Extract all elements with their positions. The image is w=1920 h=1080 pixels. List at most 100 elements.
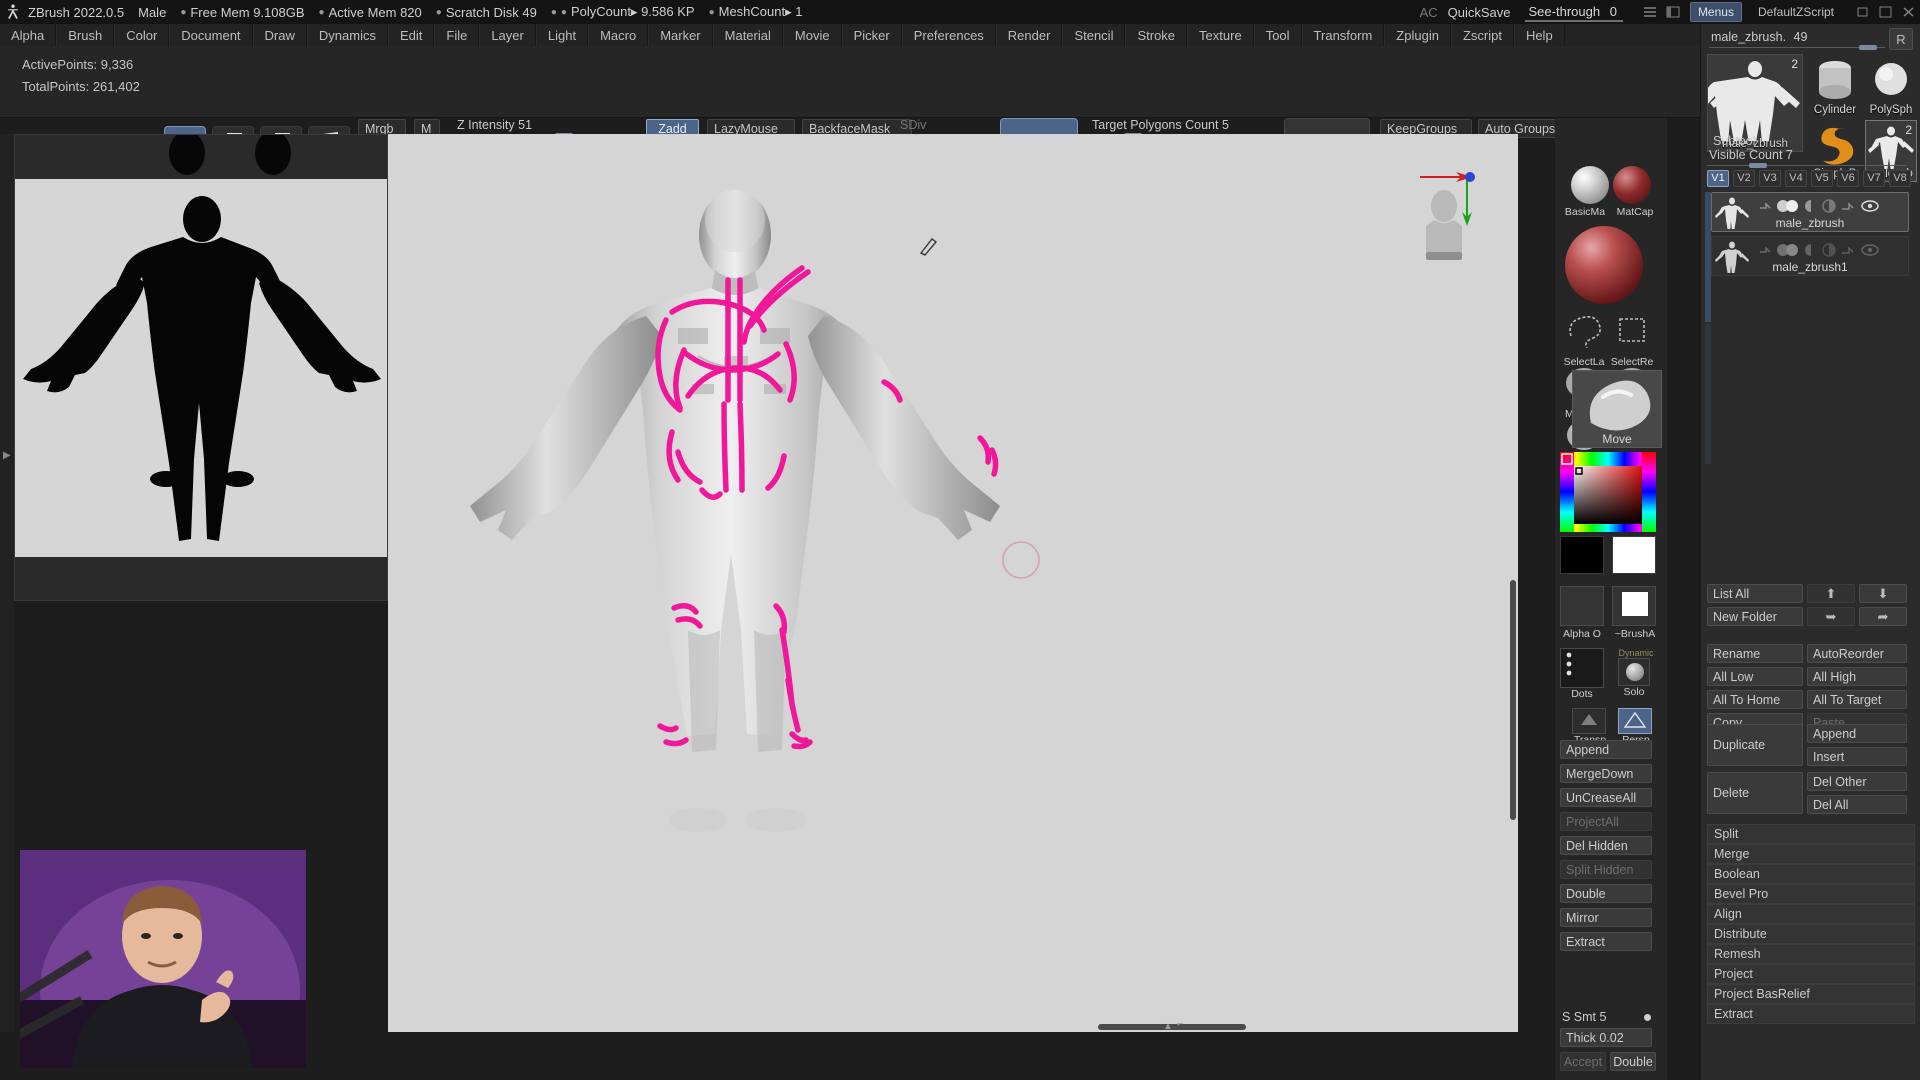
ac-label[interactable]: AC [1420,5,1438,20]
menu-item-material[interactable]: Material [712,24,783,46]
default-zscript-button[interactable]: DefaultZScript [1752,3,1840,21]
subtool-view-v8[interactable]: V8 [1889,170,1911,187]
subtool-op-remesh[interactable]: Remesh [1707,944,1915,964]
menu-item-render[interactable]: Render [995,24,1063,46]
geometry-del-hidden-button[interactable]: Del Hidden [1560,836,1652,855]
menu-item-stroke[interactable]: Stroke [1125,24,1188,46]
subtool-op-merge[interactable]: Merge [1707,844,1915,864]
tool-r-button[interactable]: R [1889,28,1913,50]
see-through-slider[interactable]: See-through 0 [1521,2,1627,22]
menus-toggle-icon[interactable] [1643,6,1657,18]
canvas-hscrollbar-right[interactable] [1178,1024,1246,1030]
current-material-sphere[interactable] [1565,226,1643,304]
select-lasso-icon[interactable]: SelectLa [1563,314,1605,368]
subtool-view-v4[interactable]: V4 [1785,170,1807,187]
menu-item-preferences[interactable]: Preferences [901,24,996,46]
accept-button[interactable]: Accept [1560,1052,1606,1071]
tool-slot-cylinder[interactable]: Cylinder [1809,54,1861,118]
double-button-geometry[interactable]: Double [1610,1052,1656,1071]
brush-alpha-slot[interactable] [1612,586,1656,626]
left-rail-expand-icon[interactable]: ▶ [3,450,11,461]
tool-name-knob[interactable] [1859,45,1877,50]
menu-item-file[interactable]: File [434,24,480,46]
subtool-op-distribute[interactable]: Distribute [1707,924,1915,944]
menu-item-transform[interactable]: Transform [1301,24,1385,46]
primary-color-swatch[interactable] [1612,536,1656,574]
persp-button[interactable] [1618,708,1652,734]
autoreorder-button[interactable]: AutoReorder [1807,644,1907,663]
menu-item-color[interactable]: Color [114,24,170,46]
navigation-thumbnail[interactable] [1420,188,1468,264]
geometry-append-button[interactable]: Append [1560,740,1652,759]
subtool-view-v2[interactable]: V2 [1733,170,1755,187]
del-other-button[interactable]: Del Other [1807,772,1907,791]
all-high-button[interactable]: All High [1807,667,1907,686]
menu-item-draw[interactable]: Draw [252,24,307,46]
subtool-view-v1[interactable]: V1 [1707,170,1729,187]
visible-count-knob[interactable] [1749,163,1767,168]
viewport-canvas[interactable]: ▲▼ [388,160,1518,1032]
all-to-home-button[interactable]: All To Home [1707,690,1803,709]
quicksave-button[interactable]: QuickSave [1448,5,1511,20]
material-basic-icon[interactable] [1571,166,1609,204]
menu-item-document[interactable]: Document [169,24,253,46]
menu-item-zplugin[interactable]: Zplugin [1384,24,1451,46]
all-to-target-button[interactable]: All To Target [1807,690,1907,709]
menu-item-layer[interactable]: Layer [479,24,536,46]
duplicate-button[interactable]: Duplicate [1707,724,1803,766]
transp-button[interactable] [1572,708,1606,734]
menu-item-zscript[interactable]: Zscript [1450,24,1514,46]
menu-item-picker[interactable]: Picker [841,24,902,46]
menu-item-edit[interactable]: Edit [387,24,435,46]
menu-item-dynamics[interactable]: Dynamics [306,24,388,46]
insert-button[interactable]: Insert [1807,747,1907,766]
del-all-button[interactable]: Del All [1807,795,1907,814]
alpha-slot[interactable] [1560,586,1604,626]
menus-button[interactable]: Menus [1689,2,1742,22]
menu-item-alpha[interactable]: Alpha [0,24,57,46]
current-brush-preview[interactable]: Move [1572,370,1662,448]
menu-item-movie[interactable]: Movie [782,24,842,46]
subtool-view-v3[interactable]: V3 [1759,170,1781,187]
material-matcap-icon[interactable] [1613,166,1651,204]
subtool-list-scrollbar-lower[interactable] [1705,324,1711,464]
list-all-button[interactable]: List All [1707,584,1803,603]
subtool-view-v5[interactable]: V5 [1811,170,1833,187]
panel-left-icon[interactable] [1666,6,1680,18]
select-rect-icon[interactable]: SelectRe [1611,314,1653,368]
subtool-op-extract[interactable]: Extract [1707,1004,1915,1024]
group-out-button[interactable]: ➥ [1807,607,1855,626]
menu-item-marker[interactable]: Marker [648,24,713,46]
menu-item-tool[interactable]: Tool [1253,24,1302,46]
subtool-op-project-basrelief[interactable]: Project BasRelief [1707,984,1915,1004]
subtool-view-v7[interactable]: V7 [1863,170,1885,187]
subtool-row-0[interactable]: male_zbrush [1711,192,1909,232]
maximize-window-icon[interactable] [1879,6,1893,18]
subtool-op-align[interactable]: Align [1707,904,1915,924]
subtool-op-split[interactable]: Split [1707,824,1915,844]
thick-slider[interactable]: Thick 0.02 [1560,1028,1652,1047]
geometry-mergedown-button[interactable]: MergeDown [1560,764,1652,783]
subtool-row-1[interactable]: male_zbrush1 [1711,236,1909,276]
menu-item-light[interactable]: Light [535,24,589,46]
visible-count-slider[interactable]: Visible Count 7 [1707,148,1907,168]
menu-item-stencil[interactable]: Stencil [1062,24,1126,46]
geometry-mirror-button[interactable]: Mirror [1560,908,1652,927]
color-picker[interactable] [1560,452,1656,532]
group-in-button[interactable]: ➦ [1859,607,1907,626]
close-window-icon[interactable] [1902,6,1916,18]
stroke-slot[interactable] [1560,648,1604,688]
subtool-op-project[interactable]: Project [1707,964,1915,984]
menu-item-help[interactable]: Help [1513,24,1565,46]
secondary-color-swatch[interactable] [1560,536,1604,574]
subtool-view-v6[interactable]: V6 [1837,170,1859,187]
canvas-vscrollbar[interactable] [1510,580,1516,820]
move-subtool-down-button[interactable]: ⬇ [1859,584,1907,603]
tool-name-slider[interactable]: male_zbrush. 49 [1709,30,1885,50]
s-smt-slider[interactable]: S Smt 5 [1560,1010,1652,1030]
geometry-double-button[interactable]: Double [1560,884,1652,903]
geometry-extract-button[interactable]: Extract [1560,932,1652,951]
subtool-op-boolean[interactable]: Boolean [1707,864,1915,884]
menu-item-brush[interactable]: Brush [56,24,115,46]
move-subtool-up-button[interactable]: ⬆ [1807,584,1855,603]
